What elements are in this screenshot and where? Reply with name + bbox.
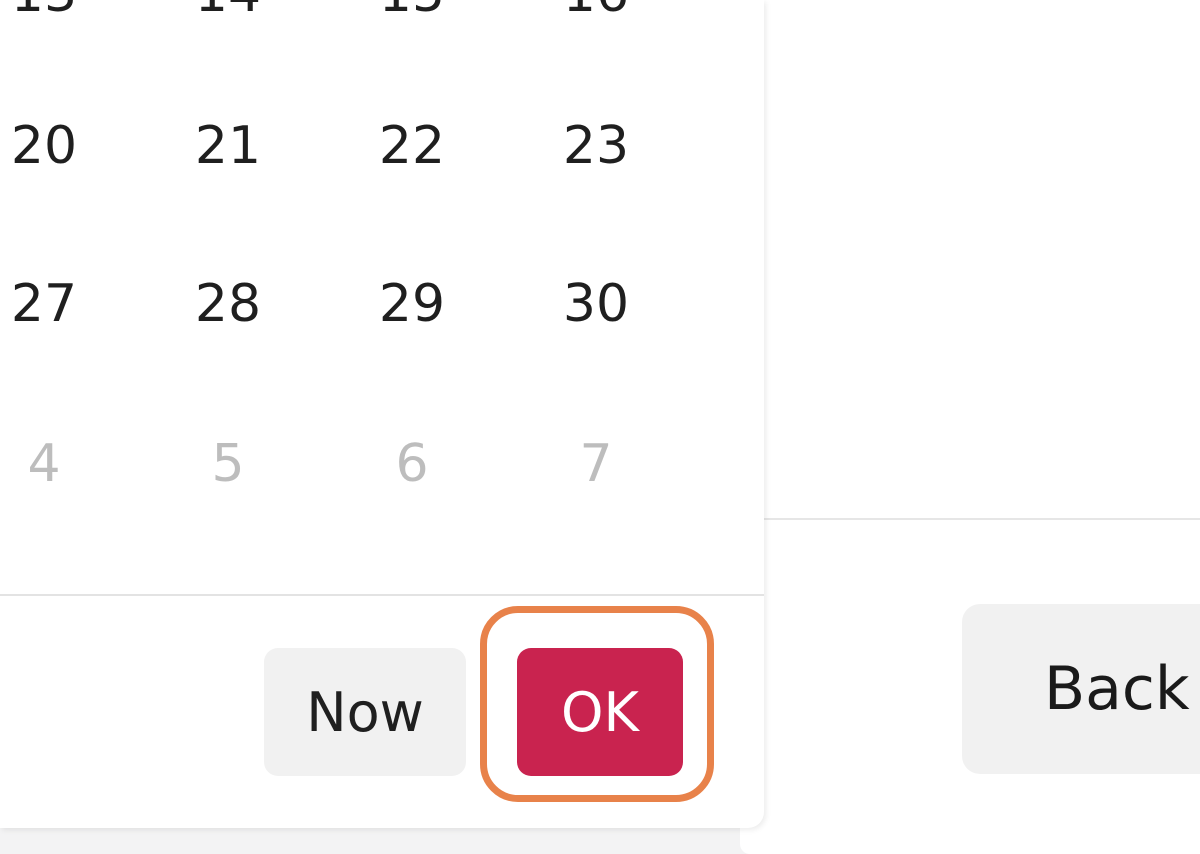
- calendar-day[interactable]: 27: [0, 264, 124, 344]
- calendar-day-next-month[interactable]: 5: [148, 424, 308, 504]
- calendar-day[interactable]: 22: [332, 106, 492, 186]
- calendar-day[interactable]: 23: [516, 106, 676, 186]
- calendar-day[interactable]: 15: [332, 0, 492, 34]
- ok-button[interactable]: OK: [517, 648, 683, 776]
- back-button[interactable]: Back: [962, 604, 1200, 774]
- calendar-grid: 13 14 15 16 20 21 22 23 27 28 29 30 4 5 …: [0, 0, 764, 596]
- dialog-divider: [764, 518, 1200, 520]
- calendar-day[interactable]: 29: [332, 264, 492, 344]
- calendar-day[interactable]: 16: [516, 0, 676, 34]
- calendar-day[interactable]: 30: [516, 264, 676, 344]
- calendar-day[interactable]: 14: [148, 0, 308, 34]
- calendar-day[interactable]: 13: [0, 0, 124, 34]
- calendar-day[interactable]: 28: [148, 264, 308, 344]
- calendar-day-next-month[interactable]: 4: [0, 424, 124, 504]
- now-button[interactable]: Now: [264, 648, 466, 776]
- calendar-day[interactable]: 21: [148, 106, 308, 186]
- calendar-day-next-month[interactable]: 6: [332, 424, 492, 504]
- calendar-day[interactable]: 20: [0, 106, 124, 186]
- date-picker-popup: 13 14 15 16 20 21 22 23 27 28 29 30 4 5 …: [0, 0, 764, 828]
- calendar-day-next-month[interactable]: 7: [516, 424, 676, 504]
- calendar-footer-divider: [0, 594, 764, 596]
